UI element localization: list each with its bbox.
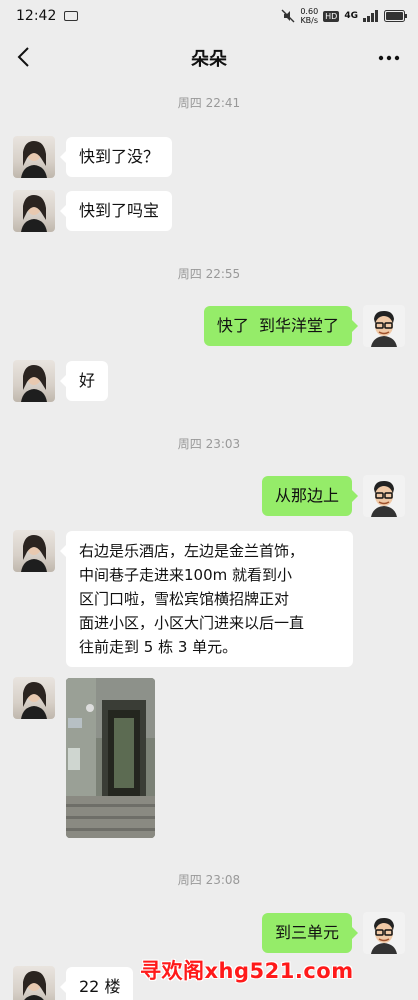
chat-header: 朵朵	[0, 32, 418, 84]
contact-avatar[interactable]	[13, 136, 55, 178]
contact-avatar[interactable]	[13, 530, 55, 572]
contact-avatar[interactable]	[13, 677, 55, 719]
chat-title: 朵朵	[191, 49, 227, 70]
timestamp: 周四 22:55	[177, 267, 241, 281]
timestamp: 周四 23:03	[177, 437, 241, 451]
more-options-icon[interactable]	[378, 54, 400, 62]
timestamp: 周四 22:41	[177, 96, 241, 110]
my-avatar[interactable]	[363, 305, 405, 347]
my-message-bubble[interactable]: 到三单元	[261, 913, 359, 953]
notification-icon	[64, 11, 79, 21]
status-bar: 12:42 0.60 KB/s HD 4G	[0, 0, 418, 32]
contact-avatar[interactable]	[13, 190, 55, 232]
site-watermark: 寻欢阁xhg521.com	[140, 959, 354, 983]
status-time: 12:42	[16, 8, 57, 24]
contact-avatar[interactable]	[13, 966, 55, 1000]
message-list[interactable]: 周四 22:41 快到了没？ 快到了吗宝 周四 22:55 快了 到华洋堂了 好…	[0, 84, 418, 1000]
my-avatar[interactable]	[363, 912, 405, 954]
message-bubble[interactable]: 快到了吗宝	[59, 191, 173, 231]
message-bubble[interactable]: 22 楼	[59, 967, 134, 1000]
photo-message[interactable]	[66, 678, 155, 838]
message-bubble[interactable]: 快到了没？	[59, 137, 173, 177]
timestamp: 周四 23:08	[177, 873, 241, 887]
signal-label: 4G	[344, 11, 358, 21]
contact-avatar[interactable]	[13, 360, 55, 402]
my-avatar[interactable]	[363, 475, 405, 517]
battery-icon	[384, 10, 407, 22]
net-speed: 0.60 KB/s	[300, 7, 319, 25]
my-message-bubble[interactable]: 从那边上	[261, 476, 359, 516]
message-bubble[interactable]: 好	[59, 361, 109, 401]
hd-badge: HD	[323, 10, 340, 22]
signal-icon	[363, 10, 378, 22]
back-arrow-icon[interactable]	[14, 46, 36, 68]
message-bubble[interactable]: 右边是乐酒店，左边是金兰首饰， 中间巷子走进来100m 就看到小 区门口啦，雪松…	[60, 531, 353, 667]
my-message-bubble[interactable]: 快了 到华洋堂了	[203, 306, 359, 346]
mute-icon	[281, 9, 295, 23]
status-left: 12:42	[16, 8, 79, 24]
building-entrance-photo	[66, 678, 155, 838]
status-right: 0.60 KB/s HD 4G	[281, 7, 408, 25]
